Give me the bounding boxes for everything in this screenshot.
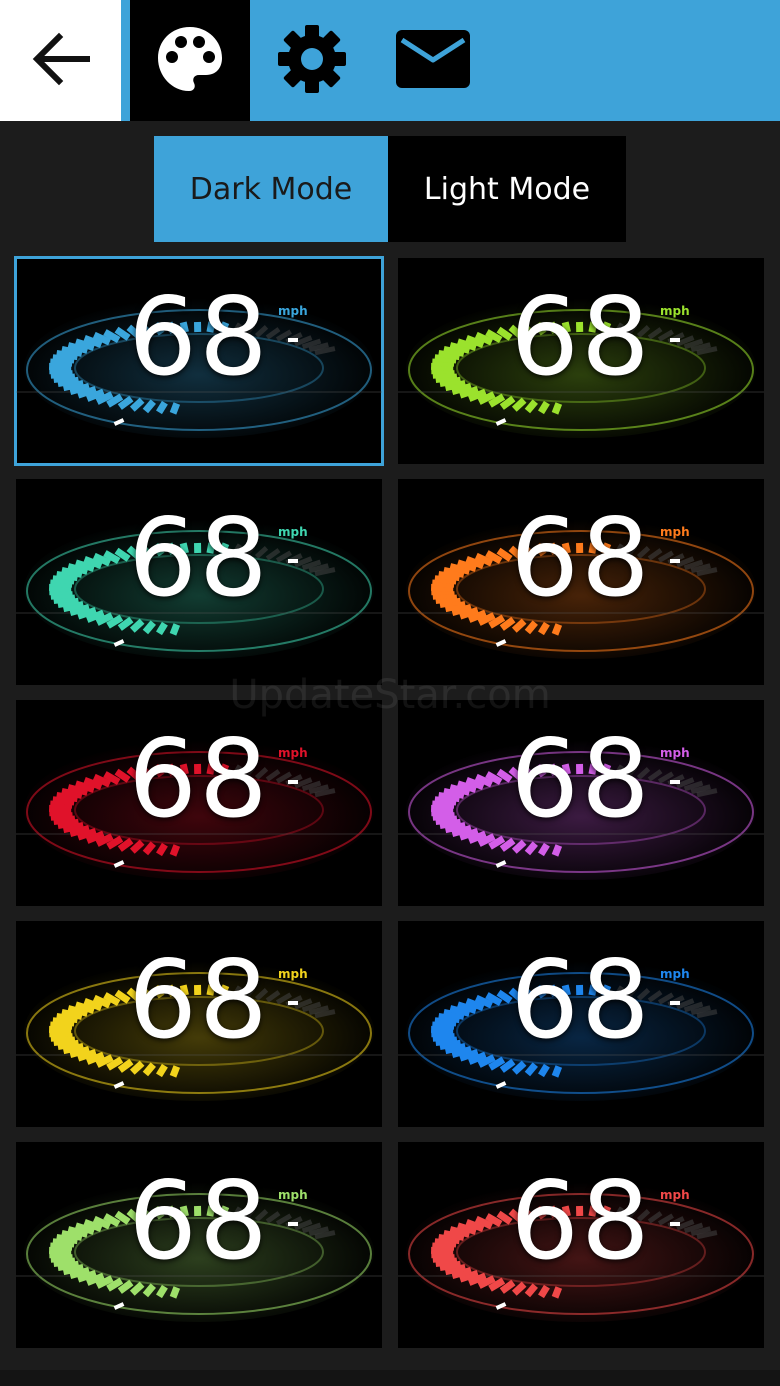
bottom-strip <box>0 1370 780 1386</box>
speed-value: 68 <box>510 496 652 621</box>
speed-unit: mph <box>278 967 308 981</box>
speed-unit: mph <box>278 746 308 760</box>
mode-toggle: Dark Mode Light Mode <box>154 136 626 242</box>
speed-unit: mph <box>660 525 690 539</box>
speed-unit: mph <box>660 746 690 760</box>
speed-value: 68 <box>128 938 270 1063</box>
theme-card[interactable]: 68 mph <box>398 921 764 1127</box>
speed-value: 68 <box>510 938 652 1063</box>
theme-card[interactable]: 68 mph <box>398 479 764 685</box>
speed-value: 68 <box>128 1159 270 1284</box>
palette-icon <box>154 23 226 99</box>
dark-mode-button[interactable]: Dark Mode <box>154 136 388 242</box>
speed-unit: mph <box>660 967 690 981</box>
speed-unit: mph <box>660 1188 690 1202</box>
speed-unit: mph <box>278 1188 308 1202</box>
gear-icon <box>274 21 350 101</box>
mail-button[interactable] <box>374 0 492 121</box>
theme-card[interactable]: 68 mph <box>16 921 382 1127</box>
settings-button[interactable] <box>250 0 374 121</box>
light-mode-button[interactable]: Light Mode <box>388 136 626 242</box>
theme-card[interactable]: 68 mph <box>398 700 764 906</box>
back-button[interactable] <box>0 0 121 121</box>
theme-card[interactable]: 68 mph <box>16 1142 382 1348</box>
theme-tab-button[interactable] <box>130 0 250 121</box>
speed-value: 68 <box>128 275 270 400</box>
speed-value: 68 <box>510 717 652 842</box>
theme-card[interactable]: 68 mph <box>16 700 382 906</box>
theme-card[interactable]: 68 mph <box>398 258 764 464</box>
theme-card[interactable]: 68 mph <box>16 479 382 685</box>
speed-unit: mph <box>278 525 308 539</box>
speed-value: 68 <box>510 1159 652 1284</box>
speed-value: 68 <box>510 275 652 400</box>
theme-card[interactable]: 68 mph <box>14 256 384 466</box>
speed-unit: mph <box>278 304 308 318</box>
top-toolbar <box>0 0 780 121</box>
mail-icon <box>394 28 472 94</box>
theme-card[interactable]: 68 mph <box>398 1142 764 1348</box>
arrow-left-icon <box>29 27 93 95</box>
speed-value: 68 <box>128 496 270 621</box>
speed-value: 68 <box>128 717 270 842</box>
speed-unit: mph <box>660 304 690 318</box>
